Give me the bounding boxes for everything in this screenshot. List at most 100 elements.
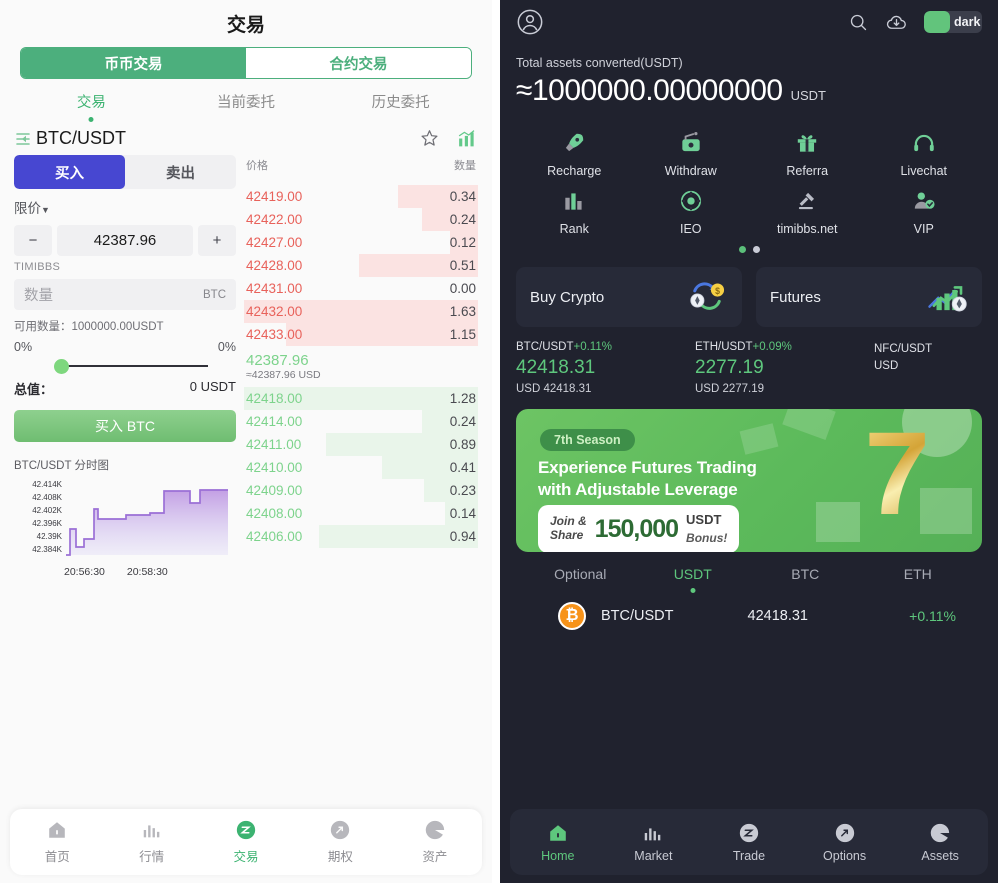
buy-btc-button[interactable]: 买入 BTC (14, 410, 236, 442)
quantity-input[interactable]: 数量 BTC (14, 279, 236, 310)
price-increment-button[interactable]: + (198, 225, 236, 256)
amount-slider[interactable] (14, 355, 236, 377)
quantity-placeholder: 数量 (24, 288, 53, 304)
nav-item-assets[interactable]: Assets (892, 822, 988, 863)
market-tab-btc[interactable]: BTC (749, 566, 862, 596)
order-type-dropdown[interactable]: 限价▼ (14, 197, 236, 217)
order-book-row[interactable]: 42414.00 0.24 (244, 410, 478, 434)
quick-action-livechat[interactable]: Livechat (866, 130, 983, 178)
theme-toggle[interactable]: dark (924, 11, 982, 33)
download-cloud-icon[interactable] (885, 11, 908, 34)
coin-list-item[interactable]: ₿ BTC/USDT 42418.31 +0.11% (516, 596, 982, 636)
bid-price: 42418.00 (246, 391, 303, 407)
order-book-row[interactable]: 42432.00 1.63 (244, 300, 478, 323)
nav-item-options[interactable]: Options (797, 822, 893, 863)
carousel-dot-1[interactable] (738, 246, 746, 253)
svg-text:$: $ (715, 286, 720, 296)
order-book-row[interactable]: 42418.00 1.28 (244, 387, 478, 411)
top-bar: dark (516, 0, 982, 42)
nav-item-market[interactable]: Market (606, 822, 702, 863)
nav-item-assets[interactable]: 资产 (388, 819, 482, 865)
price-input[interactable]: 42387.96 (57, 225, 193, 256)
promo-banner[interactable]: 7 7th Season Experience Futures Trading … (516, 409, 982, 552)
banner-decor-box (782, 409, 836, 440)
order-book-row[interactable]: 42433.00 1.15 (244, 323, 478, 346)
segment-spot[interactable]: 币币交易 (21, 48, 246, 78)
market-tab-eth[interactable]: ETH (862, 566, 975, 596)
subtab-order-history[interactable]: 历史委托 (323, 91, 478, 124)
ask-price: 42431.00 (246, 281, 303, 296)
ticker-sub: USD (874, 359, 899, 372)
ticker-nfc[interactable]: NFC/USDT USD (874, 341, 982, 395)
ticker-btc[interactable]: BTC/USDT+0.11% 42418.31 USD 42418.31 (516, 341, 695, 395)
nav-label: 资产 (422, 850, 448, 864)
pair-name: BTC/USDT (36, 128, 126, 148)
back-arrow-icon[interactable] (14, 130, 34, 148)
segment-futures[interactable]: 合约交易 (246, 48, 471, 78)
order-book-price-header: 价格 (246, 160, 268, 172)
market-type-segmented-control: 币币交易 合约交易 (20, 47, 472, 79)
quick-action-referral[interactable]: Referra (749, 130, 866, 178)
quick-action-withdraw[interactable]: Withdraw (633, 130, 750, 178)
bottom-navigation-left: 首页 行情 交易 期权 资产 (10, 809, 482, 875)
order-book-row[interactable]: 42411.00 0.89 (244, 433, 478, 457)
market-tab-optional[interactable]: Optional (524, 566, 637, 596)
nav-item-home[interactable]: 首页 (10, 819, 104, 865)
star-outline-icon[interactable] (419, 128, 440, 149)
nav-item-options[interactable]: 期权 (293, 819, 387, 865)
nav-item-home[interactable]: Home (510, 822, 606, 863)
slider-knob[interactable] (54, 359, 69, 374)
subtab-open-orders[interactable]: 当前委托 (169, 91, 324, 124)
user-avatar-icon[interactable] (516, 8, 544, 36)
nav-label: Market (634, 848, 673, 863)
bid-price: 42409.00 (246, 483, 303, 499)
order-book-row[interactable]: 42419.00 0.34 (244, 185, 478, 208)
options-arrow-icon (834, 822, 856, 844)
nav-label: 首页 (44, 850, 70, 864)
sell-tab[interactable]: 卖出 (125, 155, 236, 189)
ticker-price: 42418.31 (516, 357, 596, 378)
order-book-header: 价格 数量 (244, 157, 478, 185)
subtab-trade[interactable]: 交易 (14, 91, 169, 124)
atom-icon (678, 188, 704, 214)
order-book-row[interactable]: 42408.00 0.14 (244, 502, 478, 526)
banner-join: Join & (550, 514, 587, 529)
ask-price: 42427.00 (246, 235, 303, 250)
banner-bonus: Bonus! (686, 531, 728, 545)
order-book-row[interactable]: 42409.00 0.23 (244, 479, 478, 503)
price-stepper: − 42387.96 + (14, 225, 236, 256)
total-assets-value: ≈1000000.00000000 (516, 74, 783, 107)
quick-action-rank[interactable]: Rank (516, 188, 633, 236)
kline-chart-icon[interactable] (456, 128, 478, 149)
svg-text:42.39K: 42.39K (37, 532, 63, 541)
quick-action-label: Recharge (547, 164, 602, 178)
nav-label: 期权 (327, 850, 353, 864)
order-book-row[interactable]: 42427.00 0.12 (244, 231, 478, 254)
quick-action-timibbs[interactable]: timibbs.net (749, 188, 866, 236)
market-tab-usdt[interactable]: USDT (637, 566, 750, 596)
trade-circle-icon (235, 819, 257, 841)
order-book-row[interactable]: 42428.00 0.51 (244, 254, 478, 277)
quick-action-ieo[interactable]: IEO (633, 188, 750, 236)
order-book-row[interactable]: 42410.00 0.41 (244, 456, 478, 480)
nav-item-market[interactable]: 行情 (104, 819, 198, 865)
ticker-eth[interactable]: ETH/USDT+0.09% 2277.19 USD 2277.19 (695, 341, 874, 395)
nav-item-trade[interactable]: Trade (701, 822, 797, 863)
quick-action-recharge[interactable]: Recharge (516, 130, 633, 178)
price-decrement-button[interactable]: − (14, 225, 52, 256)
buy-tab[interactable]: 买入 (14, 155, 125, 189)
quick-action-vip[interactable]: VIP (866, 188, 983, 236)
order-book-row[interactable]: 42431.00 0.00 (244, 277, 478, 300)
bars-chart-icon (141, 819, 163, 841)
buy-crypto-card[interactable]: Buy Crypto $ (516, 267, 742, 327)
ticker-pair: NFC/USDT (874, 343, 933, 355)
nav-label: 行情 (139, 850, 165, 864)
futures-card[interactable]: Futures (756, 267, 982, 327)
order-book-row[interactable]: 42406.00 0.94 (244, 525, 478, 549)
bid-qty: 1.28 (449, 391, 476, 407)
nav-item-trade[interactable]: 交易 (199, 819, 293, 865)
ticker-change: +0.11% (573, 341, 612, 353)
search-icon[interactable] (848, 12, 869, 33)
order-book-row[interactable]: 42422.00 0.24 (244, 208, 478, 231)
carousel-dot-2[interactable] (752, 246, 760, 253)
